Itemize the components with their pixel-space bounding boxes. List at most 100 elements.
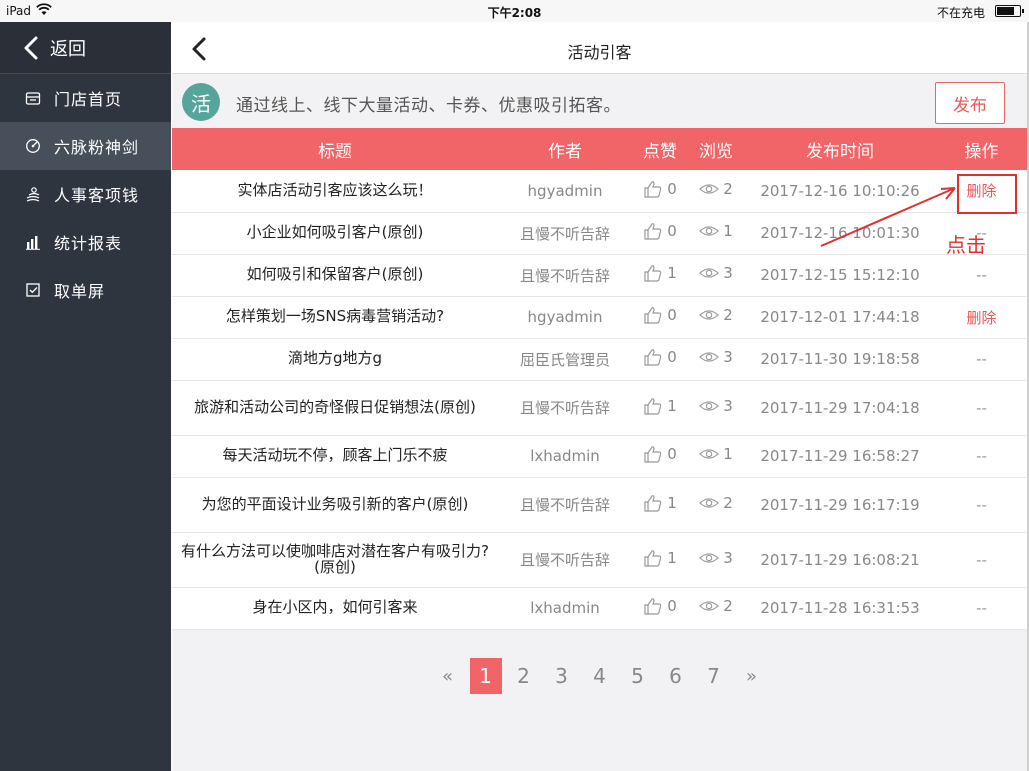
- row-views: 2: [688, 587, 744, 629]
- bar-chart-icon: [24, 233, 42, 251]
- table-row[interactable]: 旅游和活动公司的奇怪假日促销想法(原创) 且慢不听告辞 1 3 2017-11-29 1…: [172, 380, 1027, 435]
- like-count: 0: [667, 348, 677, 366]
- page-button-3[interactable]: 3: [543, 658, 581, 694]
- thumbs-up-icon[interactable]: [643, 264, 663, 282]
- row-author: 且慢不听告辞: [519, 496, 610, 514]
- table-row[interactable]: 为您的平面设计业务吸引新的客户(原创) 且慢不听告辞 1 2 2017-11-29 16…: [172, 477, 1027, 532]
- sidebar-item-label: 统计报表: [54, 234, 123, 253]
- annotation-arrow: [820, 187, 956, 247]
- page-header: 活动引客: [172, 22, 1027, 74]
- annotation-label: 点击: [946, 233, 986, 257]
- row-author: 且慢不听告辞: [519, 224, 610, 243]
- row-author: lxhadmin: [530, 599, 600, 617]
- page-button-1[interactable]: 1: [469, 658, 502, 694]
- target-icon: [24, 137, 42, 155]
- view-count: 2: [723, 493, 733, 512]
- next-page-button[interactable]: »: [733, 658, 771, 694]
- row-title[interactable]: 旅游和活动公司的奇怪假日促销想法(原创): [172, 380, 498, 435]
- charge-status: 不在充电: [936, 6, 985, 20]
- row-publish-time: 2017-11-29 17:04:18: [760, 398, 920, 417]
- people-icon: [24, 185, 42, 203]
- like-count: 1: [667, 548, 677, 567]
- page-button-5[interactable]: 5: [619, 658, 657, 694]
- sidebar-item-pickup-screen[interactable]: 取单屏: [0, 266, 171, 314]
- page-button-4[interactable]: 4: [581, 658, 619, 694]
- sidebar: 返回 门店首页 六脉粉神剑 人事客项钱 统计报表 取单屏: [0, 22, 171, 771]
- sidebar-item-liumai[interactable]: 六脉粉神剑: [0, 122, 171, 170]
- row-views: 3: [688, 532, 744, 587]
- row-likes: 1: [632, 532, 688, 587]
- pagination: « 1234567 »: [172, 656, 1027, 696]
- table-row[interactable]: 怎样策划一场SNS病毒营销活动? hgyadmin 0 2 2017-12-01 17:…: [172, 296, 1027, 338]
- table-row[interactable]: 身在小区内，如何引客来 lxhadmin 0 2 2017-11-28 16:31:53…: [172, 587, 1027, 629]
- row-operation: --: [936, 380, 1027, 435]
- column-header-op: 操作: [964, 141, 999, 162]
- row-views: 3: [688, 254, 744, 296]
- table-row[interactable]: 每天活动玩不停，顾客上门乐不疲 lxhadmin 0 1 2017-11-29 16:5…: [172, 435, 1027, 477]
- sidebar-item-reports[interactable]: 统计报表: [0, 218, 171, 266]
- thumbs-up-icon[interactable]: [643, 445, 663, 463]
- view-count: 2: [723, 597, 733, 615]
- thumbs-up-icon[interactable]: [643, 348, 663, 366]
- row-publish-time: 2017-11-30 19:18:58: [760, 350, 920, 368]
- sidebar-item-store-home[interactable]: 门店首页: [0, 74, 171, 122]
- row-publish-time: 2017-11-29 16:17:19: [760, 495, 920, 514]
- eye-icon: [699, 549, 720, 567]
- eye-icon: [699, 445, 720, 463]
- column-header-author: 作者: [548, 141, 582, 162]
- like-count: 1: [667, 396, 677, 415]
- table-row[interactable]: 有什么方法可以使咖啡店对潜在客户有吸引力?(原创) 且慢不听告辞 1 3 2017-11…: [172, 532, 1027, 587]
- checkbox-icon: [24, 281, 42, 299]
- row-publish-time: 2017-11-29 16:08:21: [760, 550, 920, 569]
- row-author: 且慢不听告辞: [519, 551, 610, 569]
- row-author: 屈臣氏管理员: [519, 350, 610, 369]
- thumbs-up-icon[interactable]: [643, 397, 663, 415]
- store-icon: [24, 89, 42, 107]
- page-button-7[interactable]: 7: [695, 658, 733, 694]
- publish-button[interactable]: 发布: [935, 82, 1005, 124]
- column-header-title: 标题: [318, 141, 352, 162]
- row-operation: --: [936, 532, 1027, 587]
- row-author: lxhadmin: [530, 447, 600, 465]
- row-operation: 删除: [936, 296, 1027, 338]
- table-row[interactable]: 如何吸引和保留客户(原创) 且慢不听告辞 1 3 2017-12-15 15:12:10…: [172, 254, 1027, 296]
- sidebar-back-button[interactable]: 返回: [0, 22, 171, 74]
- row-title[interactable]: 实体店活动引客应该这么玩！: [172, 170, 498, 212]
- delete-button[interactable]: 删除: [966, 309, 996, 327]
- row-title[interactable]: 身在小区内，如何引客来: [172, 587, 498, 629]
- thumbs-up-icon[interactable]: [643, 549, 663, 567]
- table-header-row: 标题 作者 点赞 浏览 发布时间 操作: [172, 128, 1027, 170]
- row-likes: 1: [632, 254, 688, 296]
- like-count: 1: [667, 493, 677, 512]
- row-title[interactable]: 滴地方g地方g: [172, 338, 498, 380]
- clock: 下午2:08: [487, 6, 542, 20]
- thumbs-up-icon[interactable]: [643, 597, 663, 615]
- row-likes: 0: [632, 338, 688, 380]
- table-row[interactable]: 滴地方g地方g 屈臣氏管理员 0 3 2017-11-30 19:18:58 --: [172, 338, 1027, 380]
- no-operation: --: [976, 266, 987, 284]
- prev-page-button[interactable]: «: [429, 658, 467, 694]
- thumbs-up-icon[interactable]: [643, 306, 663, 324]
- eye-icon: [699, 597, 720, 615]
- row-title[interactable]: 怎样策划一场SNS病毒营销活动?: [172, 296, 498, 338]
- like-count: 1: [667, 264, 677, 282]
- row-title[interactable]: 如何吸引和保留客户(原创): [172, 254, 498, 296]
- sidebar-item-label: 六脉粉神剑: [54, 138, 140, 157]
- column-header-time: 发布时间: [806, 141, 874, 162]
- thumbs-up-icon[interactable]: [643, 222, 663, 240]
- row-title[interactable]: 有什么方法可以使咖啡店对潜在客户有吸引力?(原创): [172, 532, 498, 587]
- page-button-2[interactable]: 2: [505, 658, 543, 694]
- back-label: 返回: [50, 38, 86, 60]
- no-operation: --: [976, 599, 987, 617]
- banner-text: 通过线上、线下大量活动、卡券、优惠吸引拓客。: [236, 96, 621, 116]
- thumbs-up-icon[interactable]: [643, 494, 663, 512]
- row-title[interactable]: 小企业如何吸引客户(原创): [172, 212, 498, 254]
- row-title[interactable]: 每天活动玩不停，顾客上门乐不疲: [172, 435, 498, 477]
- sidebar-item-personnel[interactable]: 人事客项钱: [0, 170, 171, 218]
- thumbs-up-icon[interactable]: [643, 180, 663, 198]
- row-views: 3: [688, 338, 744, 380]
- page-button-6[interactable]: 6: [657, 658, 695, 694]
- row-title[interactable]: 为您的平面设计业务吸引新的客户(原创): [172, 477, 498, 532]
- eye-icon: [699, 348, 720, 366]
- row-operation: --: [936, 254, 1027, 296]
